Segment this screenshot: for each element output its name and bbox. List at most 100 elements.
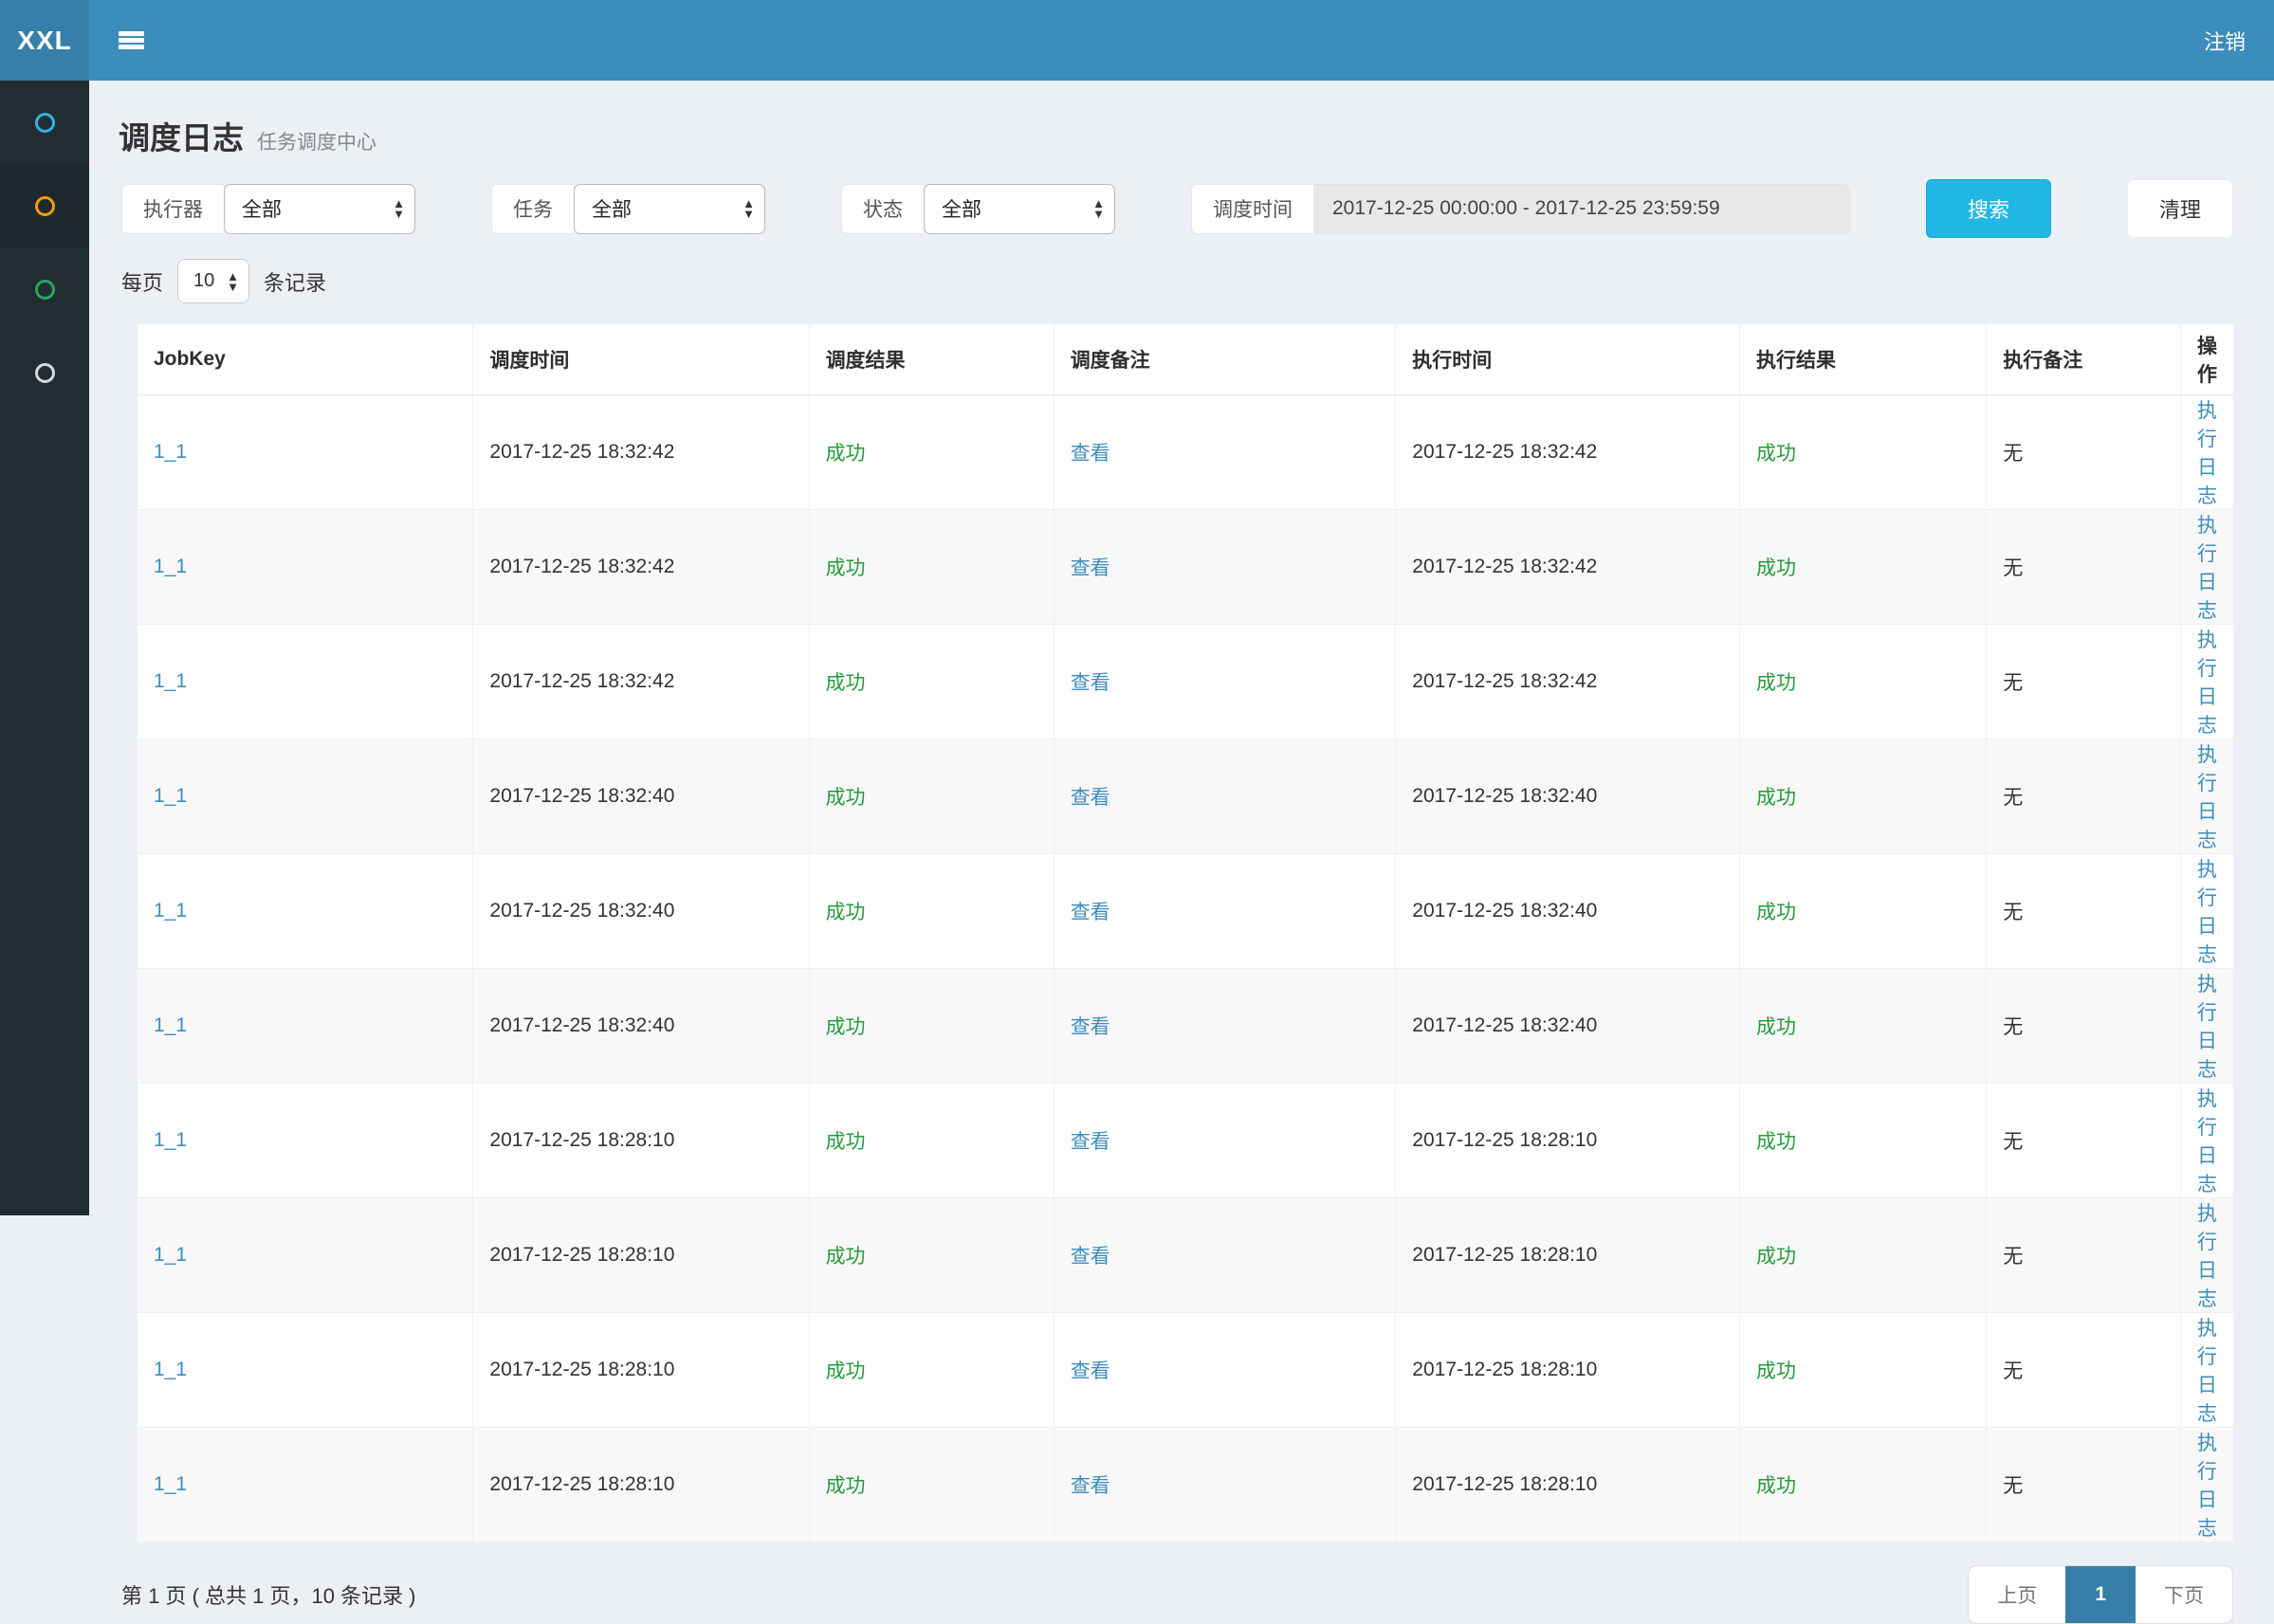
jobkey-link[interactable]: 1_1: [154, 670, 187, 692]
table-row: 1_1 2017-12-25 18:28:10 成功 查看 2017-12-25…: [138, 1312, 2233, 1427]
pagination: 上页 1 下页: [1968, 1565, 2233, 1624]
table-row: 1_1 2017-12-25 18:28:10 成功 查看 2017-12-25…: [138, 1427, 2233, 1542]
log-table-body: 1_1 2017-12-25 18:32:42 成功 查看 2017-12-25…: [138, 394, 2233, 1542]
select-stepper-icon: ▲▼: [743, 198, 755, 219]
sched-result-cell: 成功: [809, 1083, 1054, 1197]
sched-remark-view-link[interactable]: 查看: [1071, 1475, 1110, 1497]
exec-result-cell: 成功: [1739, 1312, 1986, 1427]
sched-result-cell: 成功: [809, 509, 1054, 624]
sched-time-cell: 2017-12-25 18:28:10: [473, 1083, 809, 1197]
table-header-cell: 调度备注: [1054, 324, 1396, 394]
status-label: 状态: [841, 184, 924, 234]
exec-log-link[interactable]: 执行日志: [2197, 1318, 2217, 1425]
exec-time-cell: 2017-12-25 18:28:10: [1396, 1312, 1740, 1427]
table-row: 1_1 2017-12-25 18:32:40 成功 查看 2017-12-25…: [138, 739, 2233, 853]
exec-log-link[interactable]: 执行日志: [2197, 630, 2217, 737]
jobkey-link[interactable]: 1_1: [154, 556, 187, 577]
sched-result-cell: 成功: [809, 394, 1054, 509]
prev-page-button[interactable]: 上页: [1969, 1566, 2065, 1623]
exec-log-link[interactable]: 执行日志: [2197, 515, 2217, 622]
jobkey-link[interactable]: 1_1: [154, 1244, 187, 1266]
exec-time-cell: 2017-12-25 18:28:10: [1396, 1427, 1740, 1542]
table-header-cell: 执行备注: [1987, 324, 2181, 394]
sidebar-menu-item[interactable]: [0, 164, 89, 247]
jobkey-link[interactable]: 1_1: [154, 900, 187, 921]
exec-remark-cell: 无: [1987, 1427, 2181, 1542]
search-button[interactable]: 搜索: [1926, 179, 2051, 238]
clear-button[interactable]: 清理: [2127, 179, 2233, 238]
exec-result-cell: 成功: [1739, 853, 1986, 968]
job-filter-group: 任务 全部 ▲▼: [491, 184, 765, 234]
job-select[interactable]: 全部 ▲▼: [574, 184, 765, 234]
sched-remark-view-link[interactable]: 查看: [1071, 672, 1110, 694]
logout-link[interactable]: 注销: [2204, 26, 2274, 56]
job-select-value: 全部: [592, 194, 632, 223]
sched-remark-view-link[interactable]: 查看: [1071, 1360, 1110, 1382]
exec-remark-cell: 无: [1987, 624, 2181, 739]
hamburger-icon: [119, 29, 144, 52]
executor-select[interactable]: 全部 ▲▼: [224, 184, 415, 234]
log-table: JobKey 调度时间 调度结果 调度备注 执行时间 执行结果 执行备注 操作: [138, 324, 2233, 1542]
app-logo[interactable]: XXL: [0, 0, 89, 81]
sched-remark-view-link[interactable]: 查看: [1071, 1131, 1110, 1153]
main-content: 调度日志 任务调度中心 执行器 全部 ▲▼ 任务 全部 ▲▼ 状态 全部 ▲▼: [89, 81, 2274, 1624]
time-label: 调度时间: [1191, 184, 1313, 234]
sched-remark-view-link[interactable]: 查看: [1071, 902, 1110, 923]
status-filter-group: 状态 全部 ▲▼: [841, 184, 1115, 234]
table-header-cell: 执行时间: [1396, 324, 1740, 394]
sched-time-cell: 2017-12-25 18:32:42: [473, 624, 809, 739]
filter-bar: 执行器 全部 ▲▼ 任务 全部 ▲▼ 状态 全部 ▲▼ 调度时间 2017-12…: [89, 179, 2274, 238]
current-page-button[interactable]: 1: [2065, 1566, 2136, 1623]
jobkey-link[interactable]: 1_1: [154, 785, 187, 807]
exec-time-cell: 2017-12-25 18:32:40: [1396, 853, 1740, 968]
page-size-row: 每页 10 ▲▼ 条记录: [89, 238, 2274, 309]
sched-remark-view-link[interactable]: 查看: [1071, 1246, 1110, 1268]
exec-remark-cell: 无: [1987, 1083, 2181, 1197]
select-stepper-icon: ▲▼: [393, 198, 405, 219]
exec-result-cell: 成功: [1739, 739, 1986, 853]
exec-remark-cell: 无: [1987, 394, 2181, 509]
sidebar-menu-item[interactable]: [0, 331, 89, 414]
jobkey-link[interactable]: 1_1: [154, 1473, 187, 1495]
time-filter-group: 调度时间 2017-12-25 00:00:00 - 2017-12-25 23…: [1191, 184, 1850, 234]
exec-log-link[interactable]: 执行日志: [2197, 1088, 2217, 1195]
jobkey-link[interactable]: 1_1: [154, 1359, 187, 1380]
table-row: 1_1 2017-12-25 18:32:42 成功 查看 2017-12-25…: [138, 394, 2233, 509]
next-page-button[interactable]: 下页: [2136, 1566, 2232, 1623]
table-header-cell: 调度结果: [809, 324, 1054, 394]
jobkey-link[interactable]: 1_1: [154, 441, 187, 463]
table-row: 1_1 2017-12-25 18:32:42 成功 查看 2017-12-25…: [138, 509, 2233, 624]
executor-label: 执行器: [121, 184, 224, 234]
sched-time-cell: 2017-12-25 18:28:10: [473, 1427, 809, 1542]
exec-log-link[interactable]: 执行日志: [2197, 859, 2217, 966]
page-size-prefix: 每页: [121, 266, 163, 297]
jobkey-link[interactable]: 1_1: [154, 1014, 187, 1036]
exec-result-cell: 成功: [1739, 1427, 1986, 1542]
status-select[interactable]: 全部 ▲▼: [924, 184, 1115, 234]
sched-remark-view-link[interactable]: 查看: [1071, 1016, 1110, 1038]
content-header: 调度日志 任务调度中心: [89, 81, 2274, 179]
sched-time-cell: 2017-12-25 18:32:40: [473, 739, 809, 853]
exec-result-cell: 成功: [1739, 968, 1986, 1083]
sidebar-menu-item[interactable]: [0, 81, 89, 164]
sched-remark-view-link[interactable]: 查看: [1071, 557, 1110, 579]
executor-select-value: 全部: [242, 194, 282, 223]
log-table-container: JobKey 调度时间 调度结果 调度备注 执行时间 执行结果 执行备注 操作: [138, 324, 2233, 1542]
exec-log-link[interactable]: 执行日志: [2197, 974, 2217, 1081]
exec-remark-cell: 无: [1987, 739, 2181, 853]
page-size-select[interactable]: 10 ▲▼: [177, 259, 249, 303]
exec-log-link[interactable]: 执行日志: [2197, 1432, 2217, 1540]
sched-remark-view-link[interactable]: 查看: [1071, 787, 1110, 809]
sidebar-toggle-button[interactable]: [89, 0, 144, 81]
jobkey-link[interactable]: 1_1: [154, 1129, 187, 1151]
table-row: 1_1 2017-12-25 18:32:40 成功 查看 2017-12-25…: [138, 853, 2233, 968]
exec-time-cell: 2017-12-25 18:32:42: [1396, 624, 1740, 739]
exec-log-link[interactable]: 执行日志: [2197, 744, 2217, 851]
sched-remark-view-link[interactable]: 查看: [1071, 443, 1110, 465]
sidebar-menu-item[interactable]: [0, 247, 89, 331]
exec-log-link[interactable]: 执行日志: [2197, 1203, 2217, 1310]
time-range-input[interactable]: 2017-12-25 00:00:00 - 2017-12-25 23:59:5…: [1313, 184, 1850, 234]
exec-log-link[interactable]: 执行日志: [2197, 400, 2217, 507]
sched-time-cell: 2017-12-25 18:32:40: [473, 853, 809, 968]
sched-time-cell: 2017-12-25 18:32:42: [473, 394, 809, 509]
